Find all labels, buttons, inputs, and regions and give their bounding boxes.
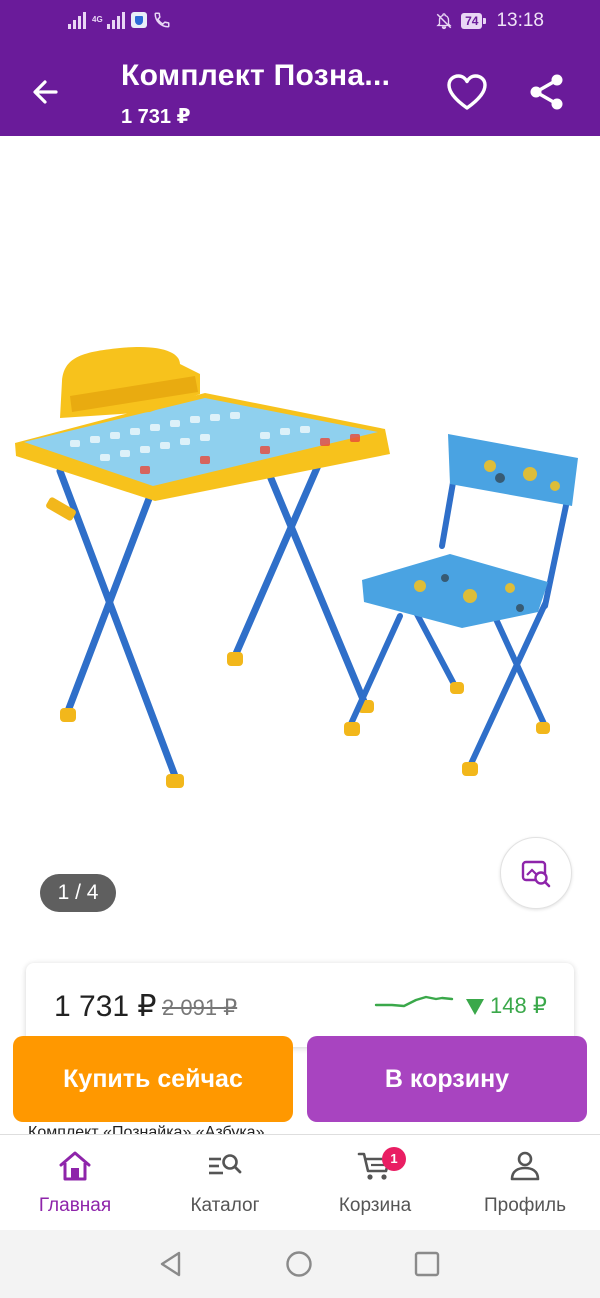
system-back-button[interactable] (157, 1250, 185, 1283)
down-triangle-icon (466, 999, 484, 1015)
status-bar: 4G 74 13:18 (0, 0, 600, 44)
system-recents-button[interactable] (413, 1250, 441, 1283)
share-icon (530, 74, 563, 110)
add-to-cart-button[interactable]: В корзину (307, 1036, 587, 1122)
mute-bell-icon (436, 13, 452, 30)
arrow-left-icon (33, 80, 58, 104)
circle-home-icon (286, 1251, 312, 1277)
nav-profile[interactable]: Профиль (450, 1135, 600, 1231)
call-icon (154, 12, 170, 28)
product-image[interactable] (0, 346, 600, 806)
back-button[interactable] (26, 72, 66, 112)
nav-catalog[interactable]: Каталог (150, 1135, 300, 1231)
nav-catalog-label: Каталог (190, 1195, 260, 1216)
description-text: Комплект «Познайка» «Азбука» (28, 1124, 265, 1134)
home-icon (59, 1151, 91, 1181)
header-price: 1 731 ₽ (121, 106, 191, 128)
network-type-label: 4G (92, 15, 103, 24)
buy-now-button[interactable]: Купить сейчас (13, 1036, 293, 1122)
chair-seat (362, 554, 548, 628)
nav-cart-label: Корзина (338, 1195, 412, 1216)
product-gallery[interactable]: 1 / 4 (0, 136, 600, 936)
bottom-navigation: Главная Каталог 1 Корзина Профиль (0, 1134, 600, 1230)
app-header: Комплект Позна... 1 731 ₽ (0, 44, 600, 136)
heart-icon (447, 74, 487, 110)
catalog-search-icon (209, 1154, 242, 1175)
status-left: 4G (68, 11, 171, 29)
image-search-icon (521, 860, 551, 888)
share-button[interactable] (526, 72, 568, 112)
triangle-back-icon (160, 1251, 181, 1277)
status-right: 74 13:18 (435, 10, 544, 32)
price-trend-chart[interactable] (374, 991, 454, 1015)
nav-cart[interactable]: 1 Корзина (300, 1135, 450, 1231)
price-drop: 148 ₽ (466, 993, 547, 1019)
favorite-button[interactable] (445, 72, 489, 112)
chair-back (448, 434, 578, 506)
battery-indicator: 74 (461, 13, 487, 29)
visual-search-button[interactable] (500, 837, 572, 909)
table-top (15, 346, 390, 501)
price-drop-value: 148 ₽ (490, 993, 547, 1018)
signal-icon (68, 11, 86, 29)
cart-badge: 1 (382, 1147, 406, 1171)
system-navigation-bar (0, 1230, 600, 1298)
price-card: 1 731 ₽ 2 091 ₽ 148 ₽ (26, 963, 574, 1047)
clock: 13:18 (496, 10, 544, 31)
table-legs (56, 457, 369, 780)
old-price: 2 091 ₽ (162, 995, 238, 1020)
nav-home[interactable]: Главная (0, 1135, 150, 1231)
page-title: Комплект Позна... (121, 59, 391, 92)
nav-profile-label: Профиль (483, 1195, 567, 1216)
system-home-button[interactable] (285, 1250, 313, 1283)
signal-2-icon (106, 11, 125, 29)
square-recents-icon (414, 1251, 440, 1277)
image-counter: 1 / 4 (40, 874, 116, 912)
current-price: 1 731 ₽ (54, 990, 157, 1023)
security-app-icon (130, 12, 147, 28)
chair-feet (344, 682, 550, 776)
nav-home-label: Главная (38, 1195, 112, 1216)
profile-icon (510, 1151, 540, 1181)
